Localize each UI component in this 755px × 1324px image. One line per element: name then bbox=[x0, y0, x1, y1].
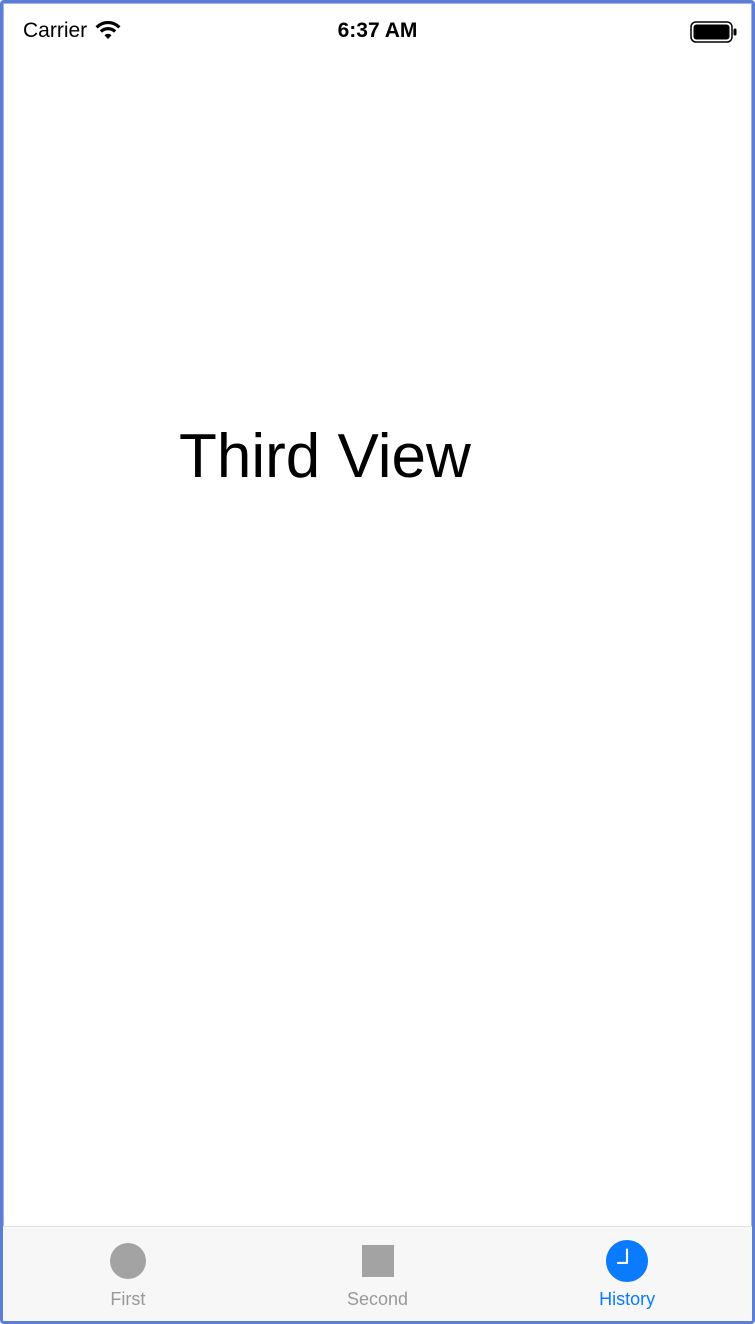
circle-icon bbox=[106, 1239, 150, 1283]
tab-history[interactable]: History bbox=[502, 1227, 752, 1321]
tab-second[interactable]: Second bbox=[253, 1227, 503, 1321]
tab-label: First bbox=[110, 1289, 146, 1309]
battery-icon bbox=[690, 21, 738, 43]
status-time: 6:37 AM bbox=[337, 19, 418, 42]
clock-icon bbox=[605, 1239, 649, 1283]
tab-first[interactable]: First bbox=[3, 1227, 253, 1321]
tab-label: Second bbox=[346, 1289, 409, 1309]
tab-bar: First Second History bbox=[3, 1226, 752, 1321]
tab-label: History bbox=[599, 1289, 656, 1309]
view-title: Third View bbox=[179, 422, 471, 491]
status-bar: Carrier 6:37 AM bbox=[3, 3, 752, 61]
square-icon bbox=[356, 1239, 400, 1283]
device-frame: Carrier 6:37 AM Third View First Second … bbox=[0, 0, 755, 1324]
